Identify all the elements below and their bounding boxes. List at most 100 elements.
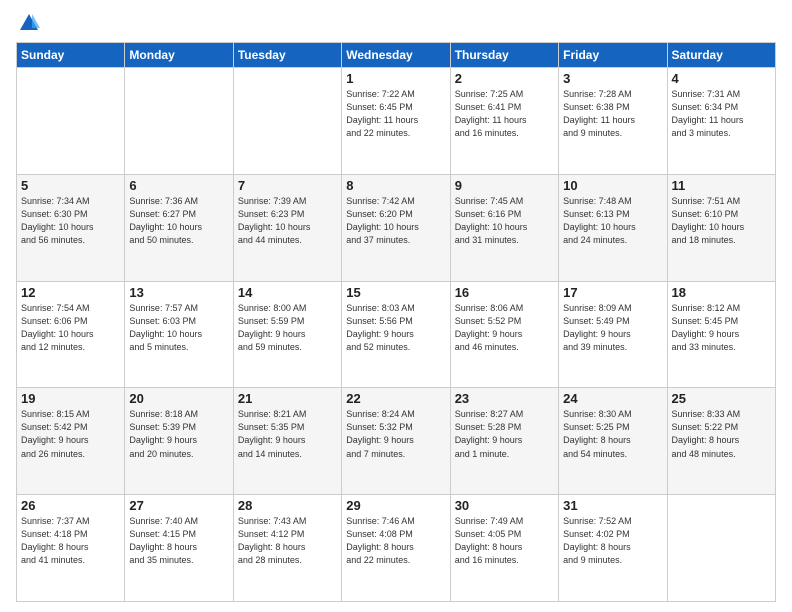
calendar-cell: 8Sunrise: 7:42 AM Sunset: 6:20 PM Daylig… [342, 174, 450, 281]
calendar-day-header: Tuesday [233, 43, 341, 68]
day-info: Sunrise: 7:49 AM Sunset: 4:05 PM Dayligh… [455, 515, 554, 567]
calendar-cell: 21 Sunrise: 8:21 AM Sunset: 5:35 PM Dayli… [233, 388, 341, 495]
calendar-table: SundayMondayTuesdayWednesdayThursdayFrid… [16, 42, 776, 602]
day-info: Sunrise: 7:48 AM Sunset: 6:13 PM Dayligh… [563, 195, 662, 247]
day-info: Sunrise: 8:33 AM Sunset: 5:22 PM Dayligh… [672, 408, 771, 460]
calendar-cell: 14 Sunrise: 8:00 AM Sunset: 5:59 PM Dayli… [233, 281, 341, 388]
day-info: Sunrise: 7:46 AM Sunset: 4:08 PM Dayligh… [346, 515, 445, 567]
calendar-cell [125, 68, 233, 175]
day-info: Sunrise: 7:25 AM Sunset: 6:41 PM Dayligh… [455, 88, 554, 140]
calendar-cell: 5Sunrise: 7:34 AM Sunset: 6:30 PM Daylig… [17, 174, 125, 281]
day-number: 13 [129, 285, 228, 300]
calendar-cell: 20 Sunrise: 8:18 AM Sunset: 5:39 PM Dayli… [125, 388, 233, 495]
calendar-cell: 19 Sunrise: 8:15 AM Sunset: 5:42 PM Dayli… [17, 388, 125, 495]
calendar-day-header: Monday [125, 43, 233, 68]
day-number: 4 [672, 71, 771, 86]
day-info: Sunrise: 7:43 AM Sunset: 4:12 PM Dayligh… [238, 515, 337, 567]
day-info: Sunrise: 7:45 AM Sunset: 6:16 PM Dayligh… [455, 195, 554, 247]
day-number: 15 [346, 285, 445, 300]
day-info: Sunrise: 8:24 AM Sunset: 5:32 PM Dayligh… [346, 408, 445, 460]
logo [16, 14, 40, 34]
day-info: Sunrise: 8:18 AM Sunset: 5:39 PM Dayligh… [129, 408, 228, 460]
calendar-cell: 16Sunrise: 8:06 AM Sunset: 5:52 PM Dayli… [450, 281, 558, 388]
day-info: Sunrise: 7:57 AM Sunset: 6:03 PM Dayligh… [129, 302, 228, 354]
day-number: 22 [346, 391, 445, 406]
day-info: Sunrise: 7:39 AM Sunset: 6:23 PM Dayligh… [238, 195, 337, 247]
calendar-day-header: Saturday [667, 43, 775, 68]
calendar-cell: 23Sunrise: 8:27 AM Sunset: 5:28 PM Dayli… [450, 388, 558, 495]
day-info: Sunrise: 7:31 AM Sunset: 6:34 PM Dayligh… [672, 88, 771, 140]
day-number: 1 [346, 71, 445, 86]
day-info: Sunrise: 8:12 AM Sunset: 5:45 PM Dayligh… [672, 302, 771, 354]
calendar-cell: 18Sunrise: 8:12 AM Sunset: 5:45 PM Dayli… [667, 281, 775, 388]
day-info: Sunrise: 7:36 AM Sunset: 6:27 PM Dayligh… [129, 195, 228, 247]
day-info: Sunrise: 7:42 AM Sunset: 6:20 PM Dayligh… [346, 195, 445, 247]
day-info: Sunrise: 7:52 AM Sunset: 4:02 PM Dayligh… [563, 515, 662, 567]
day-number: 17 [563, 285, 662, 300]
calendar-cell [667, 495, 775, 602]
day-number: 31 [563, 498, 662, 513]
calendar-week-row: 12 Sunrise: 7:54 AM Sunset: 6:06 PM Dayli… [17, 281, 776, 388]
day-info: Sunrise: 8:21 AM Sunset: 5:35 PM Dayligh… [238, 408, 337, 460]
calendar-cell: 10 Sunrise: 7:48 AM Sunset: 6:13 PM Dayli… [559, 174, 667, 281]
calendar-cell: 30 Sunrise: 7:49 AM Sunset: 4:05 PM Dayli… [450, 495, 558, 602]
calendar-cell: 4 Sunrise: 7:31 AM Sunset: 6:34 PM Daylig… [667, 68, 775, 175]
calendar-cell: 13 Sunrise: 7:57 AM Sunset: 6:03 PM Dayli… [125, 281, 233, 388]
calendar-cell: 31 Sunrise: 7:52 AM Sunset: 4:02 PM Dayli… [559, 495, 667, 602]
day-info: Sunrise: 7:54 AM Sunset: 6:06 PM Dayligh… [21, 302, 120, 354]
calendar-cell: 9 Sunrise: 7:45 AM Sunset: 6:16 PM Daylig… [450, 174, 558, 281]
day-number: 27 [129, 498, 228, 513]
day-number: 12 [21, 285, 120, 300]
day-number: 21 [238, 391, 337, 406]
day-info: Sunrise: 8:03 AM Sunset: 5:56 PM Dayligh… [346, 302, 445, 354]
calendar-week-row: 5Sunrise: 7:34 AM Sunset: 6:30 PM Daylig… [17, 174, 776, 281]
day-number: 24 [563, 391, 662, 406]
day-number: 3 [563, 71, 662, 86]
calendar-cell: 24 Sunrise: 8:30 AM Sunset: 5:25 PM Dayli… [559, 388, 667, 495]
calendar-week-row: 1 Sunrise: 7:22 AM Sunset: 6:45 PM Daylig… [17, 68, 776, 175]
calendar-cell: 2Sunrise: 7:25 AM Sunset: 6:41 PM Daylig… [450, 68, 558, 175]
calendar-cell: 22 Sunrise: 8:24 AM Sunset: 5:32 PM Dayli… [342, 388, 450, 495]
calendar-cell: 15 Sunrise: 8:03 AM Sunset: 5:56 PM Dayli… [342, 281, 450, 388]
day-info: Sunrise: 8:15 AM Sunset: 5:42 PM Dayligh… [21, 408, 120, 460]
day-number: 23 [455, 391, 554, 406]
day-number: 29 [346, 498, 445, 513]
calendar-cell [17, 68, 125, 175]
logo-icon [18, 12, 40, 34]
calendar-header-row: SundayMondayTuesdayWednesdayThursdayFrid… [17, 43, 776, 68]
calendar-cell: 6 Sunrise: 7:36 AM Sunset: 6:27 PM Daylig… [125, 174, 233, 281]
day-number: 26 [21, 498, 120, 513]
day-info: Sunrise: 8:00 AM Sunset: 5:59 PM Dayligh… [238, 302, 337, 354]
calendar-day-header: Thursday [450, 43, 558, 68]
calendar-cell: 3 Sunrise: 7:28 AM Sunset: 6:38 PM Daylig… [559, 68, 667, 175]
calendar-day-header: Sunday [17, 43, 125, 68]
day-number: 30 [455, 498, 554, 513]
calendar-day-header: Friday [559, 43, 667, 68]
day-number: 10 [563, 178, 662, 193]
day-info: Sunrise: 8:30 AM Sunset: 5:25 PM Dayligh… [563, 408, 662, 460]
calendar-week-row: 26 Sunrise: 7:37 AM Sunset: 4:18 PM Dayli… [17, 495, 776, 602]
calendar-day-header: Wednesday [342, 43, 450, 68]
day-number: 20 [129, 391, 228, 406]
calendar-cell: 11Sunrise: 7:51 AM Sunset: 6:10 PM Dayli… [667, 174, 775, 281]
calendar-cell: 29 Sunrise: 7:46 AM Sunset: 4:08 PM Dayli… [342, 495, 450, 602]
calendar-cell: 17Sunrise: 8:09 AM Sunset: 5:49 PM Dayli… [559, 281, 667, 388]
day-info: Sunrise: 7:22 AM Sunset: 6:45 PM Dayligh… [346, 88, 445, 140]
day-number: 16 [455, 285, 554, 300]
calendar-week-row: 19 Sunrise: 8:15 AM Sunset: 5:42 PM Dayli… [17, 388, 776, 495]
day-info: Sunrise: 7:28 AM Sunset: 6:38 PM Dayligh… [563, 88, 662, 140]
day-number: 28 [238, 498, 337, 513]
calendar-cell: 26 Sunrise: 7:37 AM Sunset: 4:18 PM Dayli… [17, 495, 125, 602]
day-info: Sunrise: 7:40 AM Sunset: 4:15 PM Dayligh… [129, 515, 228, 567]
day-number: 19 [21, 391, 120, 406]
day-info: Sunrise: 7:37 AM Sunset: 4:18 PM Dayligh… [21, 515, 120, 567]
calendar-cell [233, 68, 341, 175]
day-number: 14 [238, 285, 337, 300]
day-number: 25 [672, 391, 771, 406]
calendar-cell: 25 Sunrise: 8:33 AM Sunset: 5:22 PM Dayli… [667, 388, 775, 495]
day-info: Sunrise: 7:51 AM Sunset: 6:10 PM Dayligh… [672, 195, 771, 247]
day-number: 7 [238, 178, 337, 193]
day-number: 9 [455, 178, 554, 193]
day-info: Sunrise: 7:34 AM Sunset: 6:30 PM Dayligh… [21, 195, 120, 247]
day-number: 6 [129, 178, 228, 193]
